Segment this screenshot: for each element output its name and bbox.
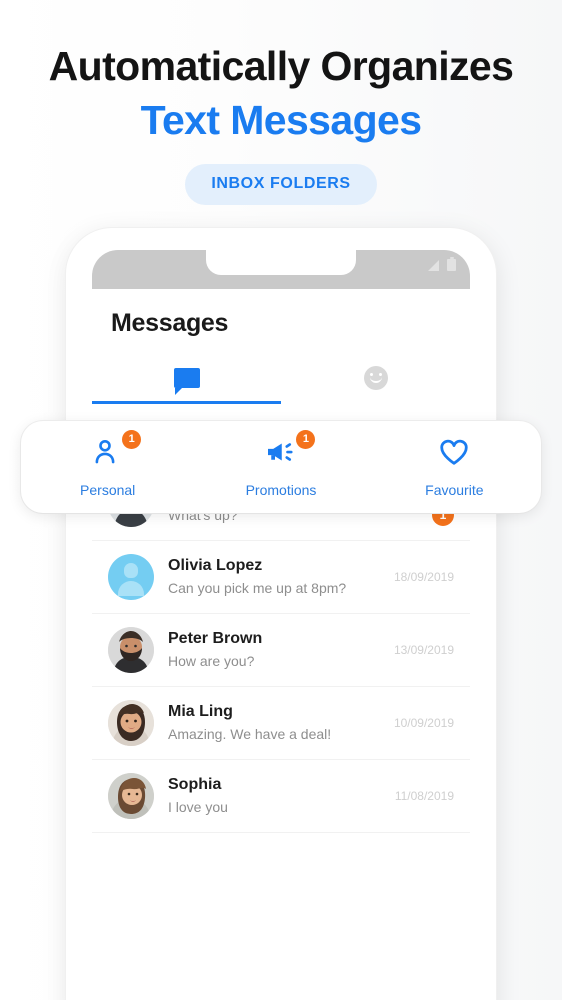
timestamp: 11/08/2019 bbox=[394, 789, 454, 803]
message-content: Mia Ling Amazing. We have a deal! bbox=[154, 702, 394, 744]
folder-label-promotions: Promotions bbox=[245, 481, 317, 498]
tab-bar bbox=[92, 352, 470, 404]
header: Automatically Organizes Text Messages IN… bbox=[0, 0, 562, 205]
table-row[interactable]: Sophia I love you 11/08/2019 bbox=[92, 760, 470, 833]
favourite-icon-wrap bbox=[438, 437, 470, 467]
headline-secondary: Text Messages bbox=[140, 97, 422, 143]
avatar bbox=[108, 554, 154, 600]
avatar bbox=[108, 700, 154, 746]
folder-badge-personal: 1 bbox=[122, 429, 142, 449]
phone-screen: Messages Search bbox=[92, 250, 470, 1000]
message-list: Jack What's up? 12:03 PM 1 bbox=[92, 468, 470, 833]
avatar bbox=[108, 627, 154, 673]
message-meta: 11/08/2019 bbox=[395, 789, 454, 803]
inbox-folders-card: 1 Personal 1 Promotions Favourite bbox=[21, 421, 541, 513]
promotions-icon-wrap: 1 bbox=[264, 429, 316, 467]
folder-label-favourite: Favourite bbox=[425, 481, 484, 498]
timestamp: 10/09/2019 bbox=[393, 716, 454, 730]
message-content: Peter Brown How are you? bbox=[154, 629, 394, 671]
message-preview: How are you? bbox=[168, 653, 255, 669]
message-meta: 10/09/2019 bbox=[394, 716, 454, 730]
contact-name: Olivia Lopez bbox=[168, 557, 263, 574]
megaphone-icon bbox=[268, 442, 294, 461]
person-placeholder-icon bbox=[118, 563, 144, 596]
avatar-photo-mia bbox=[108, 700, 154, 746]
timestamp: 13/09/2019 bbox=[393, 643, 454, 657]
status-bar bbox=[92, 250, 470, 289]
signal-triangle-icon bbox=[428, 260, 439, 271]
timestamp: 18/09/2019 bbox=[393, 570, 454, 584]
contact-name: Mia Ling bbox=[168, 703, 233, 720]
person-icon bbox=[95, 439, 115, 463]
heart-icon bbox=[440, 439, 468, 465]
message-meta: 13/09/2019 bbox=[394, 643, 454, 657]
message-content: Sophia I love you bbox=[154, 775, 395, 817]
inbox-folders-pill: INBOX FOLDERS bbox=[185, 164, 377, 205]
message-meta: 18/09/2019 bbox=[394, 570, 454, 584]
avatar-photo-peter bbox=[108, 627, 154, 673]
status-bar-icons bbox=[428, 256, 456, 271]
battery-icon bbox=[447, 256, 456, 271]
pill-container: INBOX FOLDERS bbox=[0, 164, 562, 205]
phone-mockup: Messages Search bbox=[66, 228, 496, 1000]
folder-item-personal[interactable]: 1 Personal bbox=[21, 429, 194, 498]
smiley-face-icon bbox=[363, 366, 388, 390]
page-title: Messages bbox=[111, 309, 229, 337]
folder-item-favourite[interactable]: Favourite bbox=[368, 437, 541, 498]
avatar-photo-sophia bbox=[108, 773, 154, 819]
folder-item-promotions[interactable]: 1 Promotions bbox=[194, 429, 367, 498]
tab-messages[interactable] bbox=[92, 352, 281, 404]
promo-screenshot: Automatically Organizes Text Messages IN… bbox=[0, 0, 562, 1000]
contact-name: Peter Brown bbox=[168, 630, 263, 647]
tab-active-indicator bbox=[92, 401, 281, 404]
headline-primary: Automatically Organizes bbox=[48, 43, 514, 89]
contact-name: Sophia bbox=[168, 776, 222, 793]
folder-label-personal: Personal bbox=[80, 481, 136, 498]
message-preview: Can you pick me up at 8pm? bbox=[168, 580, 347, 596]
chat-bubble-icon bbox=[173, 368, 200, 395]
tab-emoji[interactable] bbox=[281, 352, 470, 404]
folder-badge-promotions: 1 bbox=[296, 429, 316, 449]
message-preview: Amazing. We have a deal! bbox=[168, 726, 332, 742]
message-preview: I love you bbox=[168, 799, 228, 815]
phone-notch bbox=[206, 250, 356, 275]
personal-icon-wrap: 1 bbox=[92, 429, 142, 467]
table-row[interactable]: Peter Brown How are you? 13/09/2019 bbox=[92, 614, 470, 687]
message-content: Olivia Lopez Can you pick me up at 8pm? bbox=[154, 556, 394, 598]
table-row[interactable]: Olivia Lopez Can you pick me up at 8pm? … bbox=[92, 541, 470, 614]
avatar bbox=[108, 773, 154, 819]
table-row[interactable]: Mia Ling Amazing. We have a deal! 10/09/… bbox=[92, 687, 470, 760]
